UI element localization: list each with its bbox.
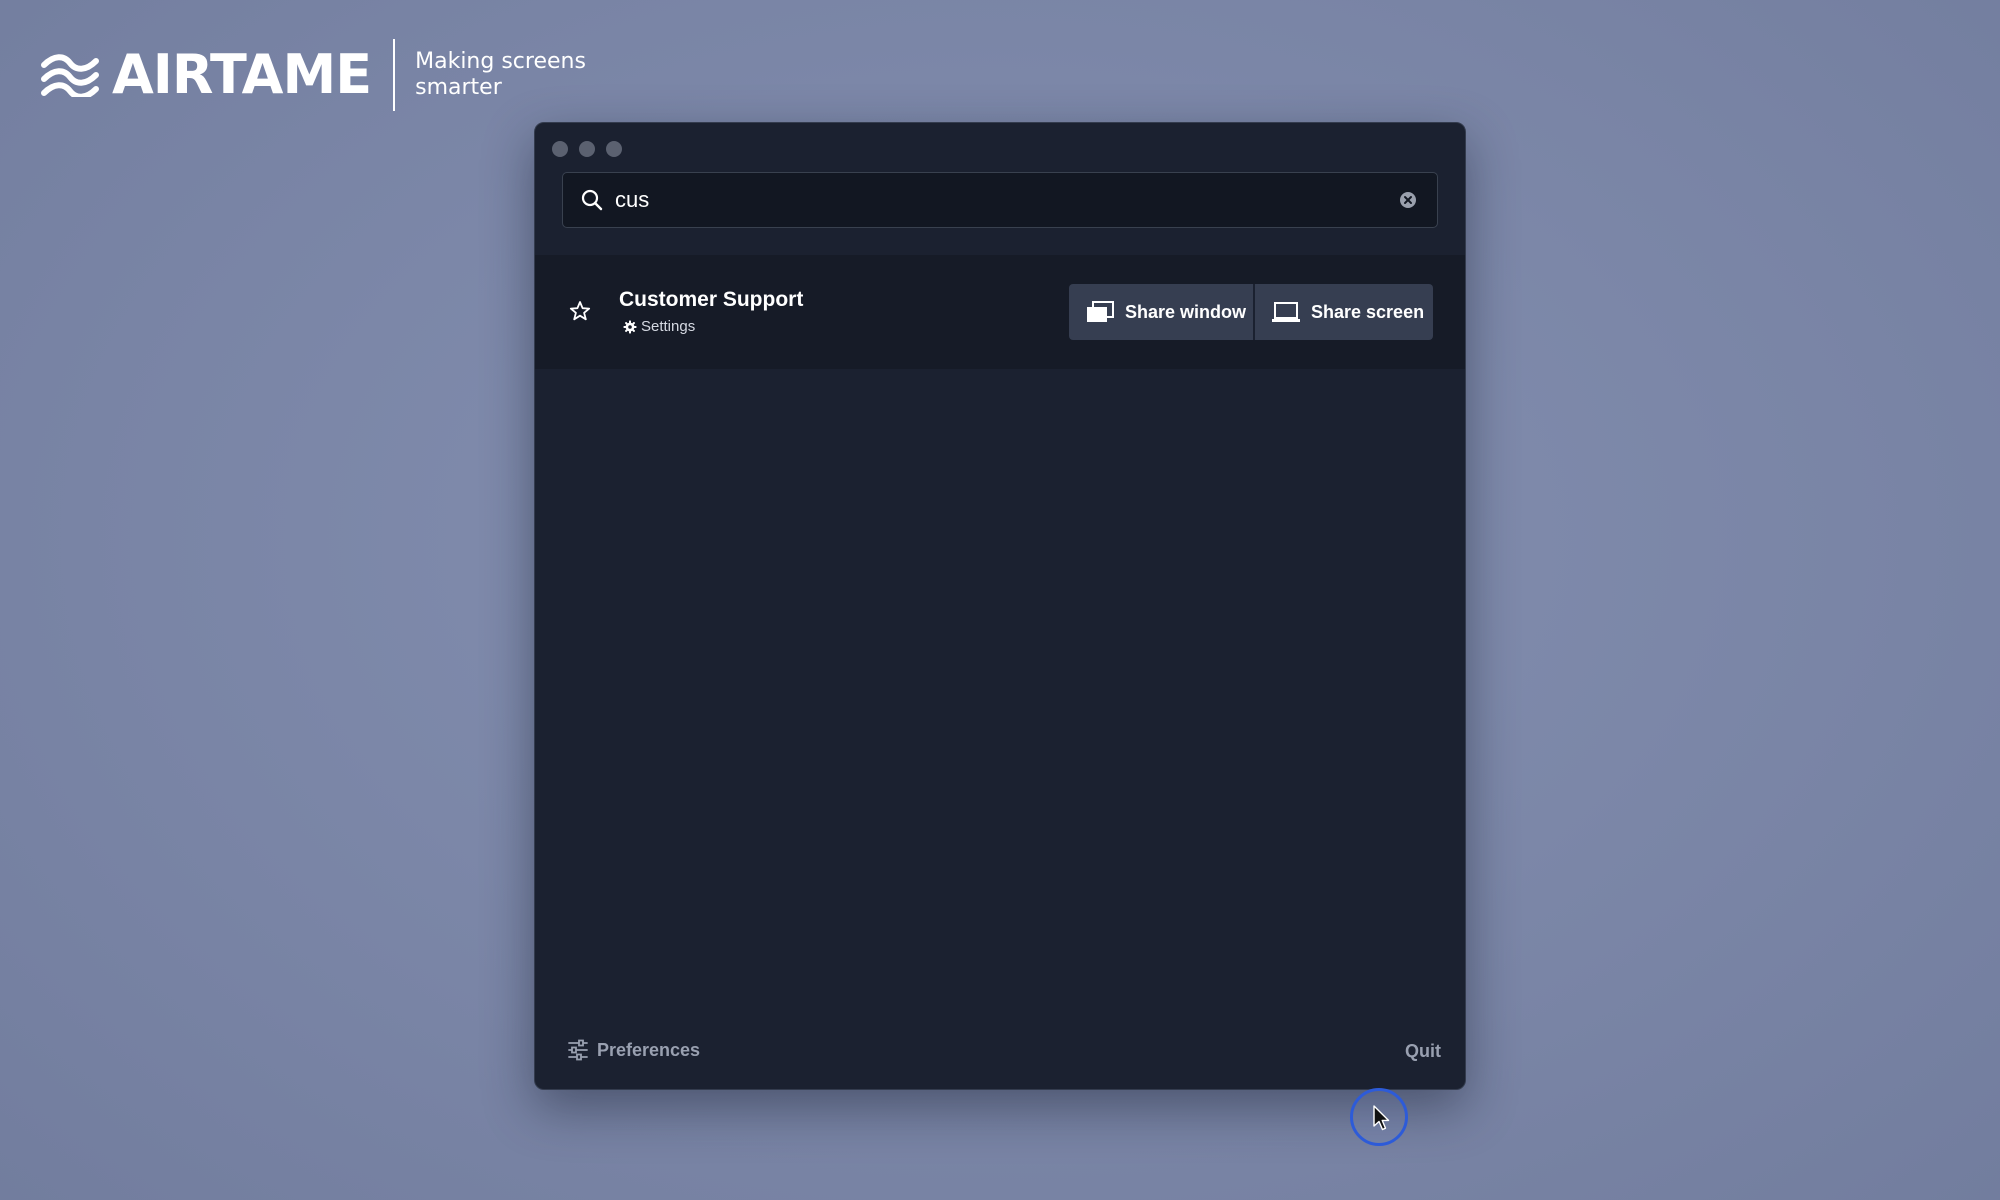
- star-icon[interactable]: [569, 300, 591, 322]
- device-name: Customer Support: [619, 288, 804, 311]
- minimize-window-button[interactable]: [579, 141, 595, 157]
- airtame-app-window: Customer Support Settings S: [534, 122, 1466, 1090]
- airtame-waves-icon: [41, 54, 99, 97]
- quit-button[interactable]: Quit: [1405, 1041, 1441, 1062]
- share-window-label: Share window: [1125, 301, 1247, 322]
- clear-icon[interactable]: [1399, 191, 1417, 209]
- monitor-icon: [1272, 302, 1300, 322]
- share-screen-button[interactable]: Share screen: [1255, 284, 1433, 340]
- window-controls: [552, 141, 622, 157]
- search-icon: [581, 189, 603, 211]
- zoom-window-button[interactable]: [606, 141, 622, 157]
- sliders-icon: [568, 1039, 588, 1061]
- brand-wordmark: AIRTAME: [112, 43, 372, 106]
- window-icon: [1087, 301, 1114, 322]
- window-footer: Preferences Quit: [535, 1009, 1465, 1089]
- preferences-button[interactable]: Preferences: [567, 1039, 700, 1061]
- close-window-button[interactable]: [552, 141, 568, 157]
- device-settings-link[interactable]: Settings: [623, 318, 695, 335]
- gear-icon: [623, 320, 637, 333]
- search-bar: [562, 172, 1438, 228]
- brand-tagline: Making screens smarter: [415, 49, 586, 100]
- search-input[interactable]: [615, 173, 1399, 227]
- share-screen-label: Share screen: [1311, 301, 1425, 322]
- share-window-button[interactable]: Share window: [1069, 284, 1255, 340]
- result-row[interactable]: Customer Support Settings Share window S…: [535, 255, 1465, 369]
- cursor-icon: [1373, 1105, 1390, 1131]
- airtame-logo: AIRTAME Making screens smarter: [40, 38, 586, 112]
- preferences-label: Preferences: [597, 1039, 701, 1060]
- share-button-group: Share window Share screen: [1069, 284, 1433, 340]
- device-settings-label: Settings: [641, 318, 696, 335]
- brand-divider: [393, 39, 396, 111]
